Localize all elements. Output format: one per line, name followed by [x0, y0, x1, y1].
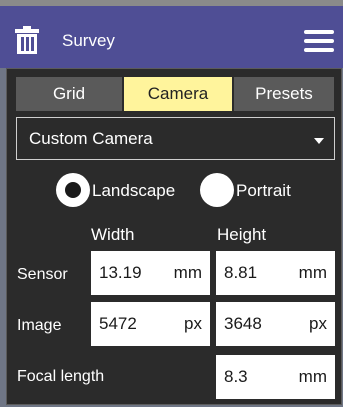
page-title: Survey: [62, 31, 115, 50]
radio-unselected-icon: [200, 173, 234, 207]
landscape-label: Landscape: [92, 181, 176, 200]
tab-camera[interactable]: Camera: [124, 77, 232, 111]
image-height-field[interactable]: 3648 px: [216, 302, 335, 346]
sensor-height-field[interactable]: 8.81 mm: [216, 251, 335, 295]
tab-bar: Grid Camera Presets: [16, 77, 334, 111]
sensor-label: Sensor: [17, 266, 68, 283]
camera-settings-panel: Grid Camera Presets Custom Camera Landsc…: [6, 68, 342, 405]
status-strip: [0, 0, 343, 6]
image-height-value: 3648: [224, 314, 262, 333]
focal-length-value: 8.3: [224, 367, 248, 386]
portrait-label: Portrait: [236, 181, 291, 200]
tab-presets[interactable]: Presets: [234, 77, 334, 111]
focal-length-field[interactable]: 8.3 mm: [216, 355, 335, 399]
image-width-field[interactable]: 5472 px: [91, 302, 210, 346]
width-column-header: Width: [91, 225, 135, 244]
chevron-down-icon: [314, 138, 324, 144]
sensor-height-unit: mm: [298, 263, 327, 282]
hamburger-menu-icon[interactable]: [304, 29, 334, 53]
tab-grid[interactable]: Grid: [16, 77, 122, 111]
focal-length-unit: mm: [298, 367, 327, 386]
height-column-header: Height: [217, 225, 267, 244]
camera-select-value: Custom Camera: [29, 129, 153, 148]
sensor-width-value: 13.19: [99, 263, 142, 282]
sensor-width-unit: mm: [173, 263, 202, 282]
focal-length-label: Focal length: [17, 368, 105, 385]
image-width-unit: px: [184, 314, 202, 333]
radio-selected-icon: [56, 173, 90, 207]
image-height-unit: px: [309, 314, 327, 333]
sensor-height-value: 8.81: [224, 263, 258, 282]
app-header: Survey: [0, 0, 343, 68]
sensor-width-field[interactable]: 13.19 mm: [91, 251, 210, 295]
image-label: Image: [17, 317, 62, 334]
trash-icon[interactable]: [14, 26, 40, 54]
camera-select[interactable]: Custom Camera: [16, 117, 335, 160]
image-width-value: 5472: [99, 314, 137, 333]
